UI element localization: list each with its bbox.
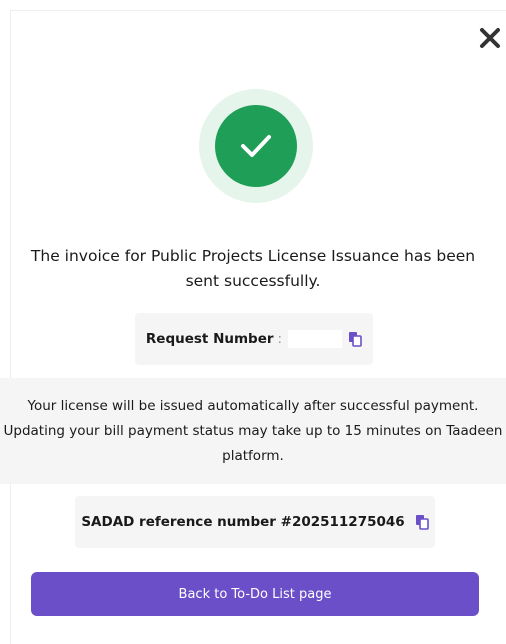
dialog-top-border [10,10,506,11]
request-number-box: Request Number : [135,313,373,365]
check-icon [215,105,297,187]
sadad-reference-text: SADAD reference number #202511275046 [81,514,405,530]
success-status-ring [199,89,313,203]
payment-info-box: Your license will be issued automaticall… [0,378,506,484]
request-number-value [288,330,343,348]
copy-icon[interactable] [348,331,362,347]
copy-icon[interactable] [415,514,429,530]
close-icon[interactable] [478,26,502,50]
request-number-separator: : [277,331,283,347]
success-message: The invoice for Public Projects License … [30,247,476,290]
back-to-todo-list-button[interactable]: Back to To-Do List page [31,572,479,616]
payment-info-text: Your license will be issued automaticall… [3,397,503,464]
dialog-left-border [10,10,11,644]
request-number-label: Request Number [145,331,274,347]
success-dialog: The invoice for Public Projects License … [0,0,506,644]
sadad-reference-box: SADAD reference number #202511275046 [75,496,435,548]
